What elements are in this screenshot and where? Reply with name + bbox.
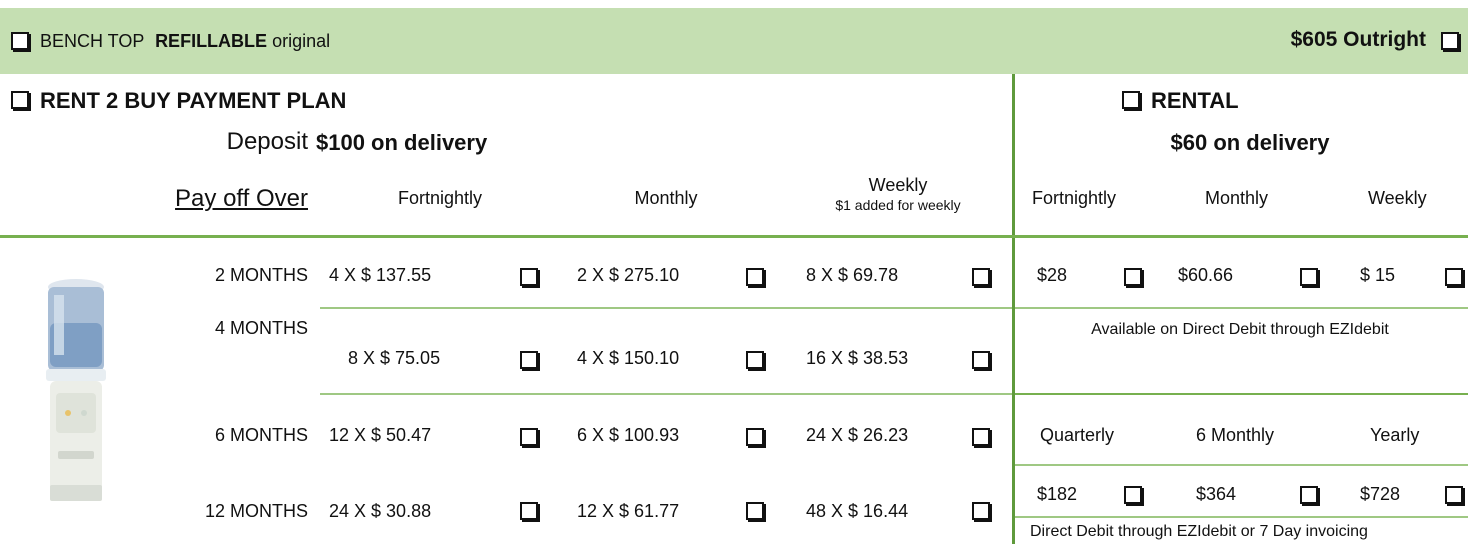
rental-col-yearly: Yearly — [1370, 425, 1420, 445]
deposit-label: Deposit — [226, 128, 308, 155]
product-prefix: BENCH TOP — [40, 31, 145, 51]
outright-price: $605 Outright — [1290, 28, 1426, 51]
section-divider — [1012, 74, 1015, 544]
term-4-months: 4 MONTHS — [214, 318, 308, 338]
col-monthly: Monthly — [634, 188, 698, 208]
water-cooler-image — [46, 279, 106, 501]
bench-top-checkbox[interactable] — [11, 32, 29, 50]
product-suffix: original — [272, 31, 331, 51]
r1-monthly-checkbox[interactable] — [746, 268, 764, 286]
pay-off-label: Pay off Over — [175, 185, 308, 212]
r1-weekly: 8 X $ 69.78 — [806, 265, 899, 285]
rental-monthly-checkbox[interactable] — [1300, 268, 1318, 286]
rental-direct-debit-note: Available on Direct Debit through EZIdeb… — [1091, 321, 1389, 338]
rental-row-sep-3 — [1015, 464, 1468, 466]
rental-price-fortnightly: $28 — [1037, 265, 1068, 285]
r3-monthly-checkbox[interactable] — [746, 428, 764, 446]
rental-col-weekly: Weekly — [1368, 188, 1427, 208]
term-6-months: 6 MONTHS — [214, 425, 308, 445]
rental-col-quarterly: Quarterly — [1040, 425, 1115, 445]
r3-weekly-checkbox[interactable] — [972, 428, 990, 446]
r1-weekly-checkbox[interactable] — [972, 268, 990, 286]
product-bold: REFILLABLE — [155, 31, 268, 51]
r2-weekly: 16 X $ 38.53 — [806, 348, 909, 368]
col-fortnightly: Fortnightly — [397, 188, 483, 208]
r3-weekly: 24 X $ 26.23 — [806, 425, 909, 445]
r3-fortnightly: 12 X $ 50.47 — [329, 425, 432, 445]
rental-price-monthly: $60.66 — [1178, 265, 1234, 285]
rental-row-sep-4 — [1015, 516, 1468, 518]
col-weekly: Weekly — [868, 175, 928, 195]
r2-fortnightly-checkbox[interactable] — [520, 351, 538, 369]
term-2-months: 2 MONTHS — [214, 265, 308, 285]
rental-price-6-monthly: $364 — [1196, 484, 1237, 504]
rental-checkbox[interactable] — [1122, 91, 1140, 109]
rental-invoicing-note: Direct Debit through EZIdebit or 7 Day i… — [1030, 523, 1368, 540]
r1-monthly: 2 X $ 275.10 — [577, 265, 680, 285]
r1-fortnightly-checkbox[interactable] — [520, 268, 538, 286]
rental-yearly-checkbox[interactable] — [1445, 486, 1463, 504]
row-sep-2 — [320, 393, 1012, 395]
rent2buy-title: RENT 2 BUY PAYMENT PLAN — [40, 88, 347, 113]
rental-row-sep-2 — [1015, 393, 1468, 395]
r4-monthly: 12 X $ 61.77 — [577, 501, 680, 521]
r4-weekly: 48 X $ 16.44 — [806, 501, 909, 521]
rental-col-6-monthly: 6 Monthly — [1196, 425, 1275, 445]
term-12-months: 12 MONTHS — [204, 501, 308, 521]
r2-fortnightly: 8 X $ 75.05 — [348, 348, 441, 368]
rental-6-monthly-checkbox[interactable] — [1300, 486, 1318, 504]
r3-monthly: 6 X $ 100.93 — [577, 425, 680, 445]
r4-weekly-checkbox[interactable] — [972, 502, 990, 520]
r4-fortnightly-checkbox[interactable] — [520, 502, 538, 520]
r4-fortnightly: 24 X $ 30.88 — [329, 501, 432, 521]
r2-monthly: 4 X $ 150.10 — [577, 348, 680, 368]
r1-fortnightly: 4 X $ 137.55 — [329, 265, 432, 285]
r2-weekly-checkbox[interactable] — [972, 351, 990, 369]
rental-price-quarterly: $182 — [1037, 484, 1078, 504]
rental-title: RENTAL — [1151, 88, 1239, 113]
rental-price-yearly: $728 — [1360, 484, 1401, 504]
r3-fortnightly-checkbox[interactable] — [520, 428, 538, 446]
rent2buy-checkbox[interactable] — [11, 91, 29, 109]
rental-deposit: $60 on delivery — [1170, 130, 1330, 155]
r2-monthly-checkbox[interactable] — [746, 351, 764, 369]
col-weekly-note: $1 added for weekly — [835, 197, 961, 213]
deposit-value: $100 on delivery — [316, 130, 488, 155]
rental-col-monthly: Monthly — [1205, 188, 1269, 208]
row-sep-1 — [320, 307, 1012, 309]
rental-price-weekly: $ 15 — [1360, 265, 1396, 285]
product-title: BENCH TOP REFILLABLE original — [40, 31, 330, 52]
rental-weekly-checkbox[interactable] — [1445, 268, 1463, 286]
header-rule — [0, 235, 1468, 238]
rental-fortnightly-checkbox[interactable] — [1124, 268, 1142, 286]
rental-row-sep-1 — [1015, 307, 1468, 309]
r4-monthly-checkbox[interactable] — [746, 502, 764, 520]
rental-col-fortnightly: Fortnightly — [1032, 188, 1117, 208]
rental-quarterly-checkbox[interactable] — [1124, 486, 1142, 504]
outright-checkbox[interactable] — [1441, 32, 1459, 50]
